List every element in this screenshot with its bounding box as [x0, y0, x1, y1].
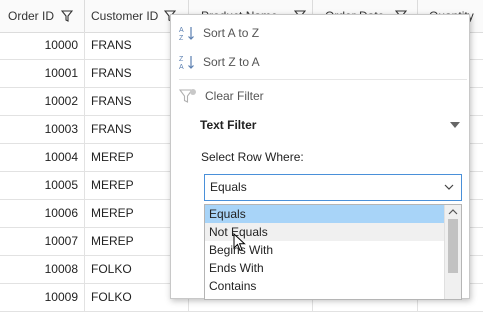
clear-filter-icon [179, 89, 196, 103]
scrollbar-thumb[interactable] [448, 219, 458, 273]
scroll-up-icon[interactable] [448, 208, 458, 216]
mouse-cursor-icon [233, 233, 246, 252]
clear-filter-item[interactable]: Clear Filter [171, 82, 469, 110]
option-ends-with[interactable]: Ends With [205, 259, 445, 277]
sort-a-to-z-label: Sort A to Z [203, 26, 260, 40]
order-id-cell: 10000 [0, 32, 85, 59]
menu-separator [179, 79, 467, 80]
dropdown-scrollbar[interactable] [444, 205, 461, 299]
collapse-arrow-icon[interactable] [450, 122, 460, 128]
order-id-cell: 10001 [0, 60, 85, 87]
header-order-id[interactable]: Order ID [0, 0, 85, 32]
order-id-cell: 10006 [0, 200, 85, 227]
order-id-cell: 10008 [0, 256, 85, 283]
order-id-cell: 10003 [0, 116, 85, 143]
text-filter-heading: Text Filter [200, 118, 257, 132]
combo-selected-value: Equals [210, 180, 247, 194]
sort-a-to-z-item[interactable]: A Z Sort A to Z [171, 19, 469, 47]
order-id-cell: 10005 [0, 172, 85, 199]
header-label: Order ID [8, 9, 55, 23]
order-id-cell: 10002 [0, 88, 85, 115]
svg-text:Z: Z [179, 56, 184, 63]
option-equals[interactable]: Equals [205, 205, 445, 223]
order-id-cell: 10004 [0, 144, 85, 171]
filter-popup: A Z Sort A to Z Z A Sort Z to A Clear Fi… [170, 14, 470, 300]
sort-descending-icon: Z A [179, 56, 194, 70]
chevron-down-icon [444, 184, 454, 190]
order-id-cell: 10007 [0, 228, 85, 255]
select-row-where-label: Select Row Where: [201, 150, 304, 164]
option-contains[interactable]: Contains [205, 277, 445, 295]
filter-condition-combo[interactable]: Equals [204, 174, 462, 201]
clear-filter-label: Clear Filter [205, 89, 264, 103]
sort-ascending-icon: A Z [179, 27, 194, 41]
filter-icon[interactable] [61, 10, 73, 22]
sort-z-to-a-item[interactable]: Z A Sort Z to A [171, 48, 469, 76]
header-label: Customer ID [91, 9, 159, 23]
svg-text:A: A [179, 27, 184, 34]
svg-text:Z: Z [179, 35, 184, 41]
order-id-cell: 10009 [0, 284, 85, 311]
svg-text:A: A [179, 64, 184, 70]
sort-z-to-a-label: Sort Z to A [203, 55, 260, 69]
